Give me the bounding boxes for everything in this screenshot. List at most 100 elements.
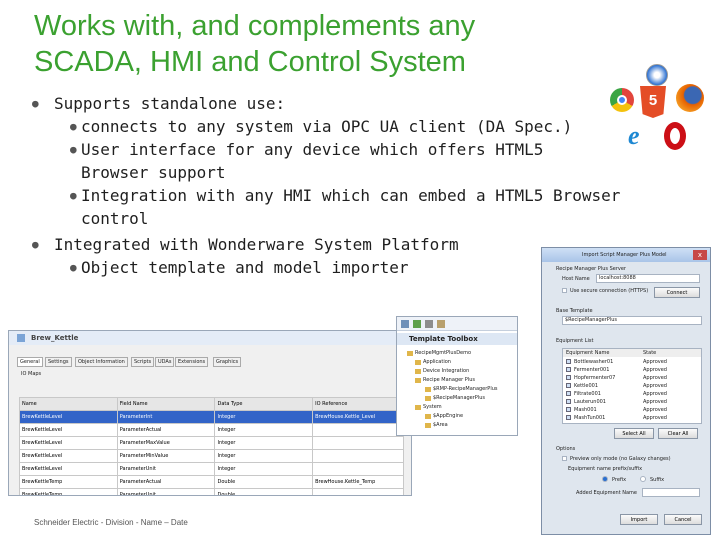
column-header[interactable]: IO Reference <box>312 397 404 411</box>
table-cell: BrewKettleLevel <box>19 449 118 463</box>
equipment-name: MashTun001 <box>574 415 606 421</box>
prefix-radio[interactable] <box>602 476 608 482</box>
suffix-radio[interactable] <box>640 476 646 482</box>
tree-item-label: $Area <box>433 422 448 428</box>
options-label: Options <box>556 446 576 452</box>
folder-icon <box>425 414 431 419</box>
column-header[interactable]: Data Type <box>214 397 314 411</box>
table-cell: BrewKettleTemp <box>19 475 118 489</box>
folder-icon <box>425 423 431 428</box>
list-item[interactable]: Filtrate001 Approved <box>563 390 701 398</box>
table-row[interactable]: BrewKettleLevel ParameterMinValue Integer <box>19 449 404 463</box>
tab-general[interactable]: General <box>17 357 43 367</box>
tree-item[interactable]: Recipe Manager Plus <box>403 376 517 385</box>
sub-bullet-hmi: ● Integration with any HMI which can embe… <box>70 186 621 228</box>
checkbox-checked-icon[interactable] <box>566 359 571 364</box>
checkbox-checked-icon[interactable] <box>566 407 571 412</box>
host-name-field[interactable]: localhost:8088 <box>596 274 700 283</box>
footer-text: Schneider Electric - Division - Name – D… <box>34 518 188 527</box>
tree-item[interactable]: $AppEngine <box>403 412 517 421</box>
equipment-state: Approved <box>643 375 667 381</box>
tab-settings[interactable]: Settings <box>45 357 72 367</box>
toolbar-icon[interactable] <box>401 320 409 328</box>
tab-graphics[interactable]: Graphics <box>213 357 242 367</box>
io-map-rows: BrewKettleLevel ParameterInt Integer BrewHo… <box>19 410 404 495</box>
preview-checkbox[interactable] <box>562 456 567 461</box>
column-header[interactable]: Equipment Name <box>566 350 609 356</box>
table-cell: ParameterMaxValue <box>116 436 216 450</box>
sub-bullet-ui: ● User interface for any device which off… <box>70 140 544 182</box>
checkbox-checked-icon[interactable] <box>566 383 571 388</box>
tree-item[interactable]: Device Integration <box>403 367 517 376</box>
tree-item[interactable]: $RecipeManagerPlus <box>403 394 517 403</box>
table-row[interactable]: BrewKettleLevel ParameterInt Integer BrewHo… <box>19 410 404 424</box>
template-toolbox-window: Template Toolbox RecipeMgmtPlusDemo Appli… <box>396 316 518 436</box>
checkbox-checked-icon[interactable] <box>566 367 571 372</box>
folder-icon <box>415 405 421 410</box>
secure-checkbox[interactable] <box>562 288 567 293</box>
added-name-field[interactable] <box>642 488 700 497</box>
import-button[interactable]: Import <box>620 514 658 525</box>
title-line-1: Works with, and complements any <box>34 10 476 42</box>
tree-item[interactable]: Application <box>403 358 517 367</box>
io-map-table: Name Field Name Data Type IO Reference B… <box>19 397 404 495</box>
template-field[interactable]: $RecipeManagerPlus <box>562 316 702 325</box>
equipment-state: Approved <box>643 391 667 397</box>
equipment-label: Equipment List <box>556 338 594 344</box>
list-item[interactable]: Mash001 Approved <box>563 406 701 414</box>
toolbar-icon[interactable] <box>437 320 445 328</box>
table-cell: Integer <box>214 410 314 424</box>
folder-icon <box>425 396 431 401</box>
dialog-title: Import Script Manager Plus Model <box>542 248 710 262</box>
checkbox-checked-icon[interactable] <box>566 375 571 380</box>
toolbar-icon[interactable] <box>425 320 433 328</box>
template-label: Base Template <box>556 308 593 314</box>
list-item[interactable]: Lauterun001 Approved <box>563 398 701 406</box>
tree-item-label: Application <box>423 359 451 365</box>
toolbox-header: Template Toolbox <box>397 333 517 345</box>
slide-title: Works with, and complements any SCADA, H… <box>34 8 554 80</box>
table-row[interactable]: BrewKettleTemp ParameterActual Double BrewH… <box>19 475 404 489</box>
tab-udas[interactable]: UDAs <box>155 357 175 367</box>
sub-bullet-opc: ● connects to any system via OPC UA clien… <box>70 117 573 136</box>
list-item[interactable]: Kettle001 Approved <box>563 382 701 390</box>
toolbar-icon[interactable] <box>413 320 421 328</box>
tree-item[interactable]: $Area <box>403 421 517 430</box>
column-header[interactable]: Field Name <box>116 397 216 411</box>
connect-button[interactable]: Connect <box>654 287 700 298</box>
select-all-button[interactable]: Select All <box>614 428 654 439</box>
folder-icon <box>415 369 421 374</box>
object-editor-window: Brew_Kettle General Settings Object Info… <box>8 330 412 496</box>
table-row[interactable]: BrewKettleLevel ParameterMaxValue Integer <box>19 436 404 450</box>
list-item[interactable]: MashTun001 Approved <box>563 414 701 422</box>
column-header[interactable]: State <box>643 350 656 356</box>
table-cell: Double <box>214 488 314 495</box>
clear-all-button[interactable]: Clear All <box>658 428 698 439</box>
list-item[interactable]: Bottlewasher01 Approved <box>563 358 701 366</box>
column-header[interactable]: Name <box>19 397 118 411</box>
tab-object-information[interactable]: Object Information <box>75 357 128 367</box>
list-item[interactable]: Hopfermenter07 Approved <box>563 374 701 382</box>
list-item[interactable]: Fermenter001 Approved <box>563 366 701 374</box>
table-cell <box>312 423 404 437</box>
cancel-button[interactable]: Cancel <box>664 514 702 525</box>
tab-scripts[interactable]: Scripts <box>131 357 155 367</box>
table-row[interactable]: BrewKettleLevel ParameterUnit Integer <box>19 462 404 476</box>
checkbox-checked-icon[interactable] <box>566 415 571 420</box>
table-row[interactable]: BrewKettleTemp ParameterUnit Double <box>19 488 404 495</box>
table-row[interactable]: BrewKettleLevel ParameterActual Integer <box>19 423 404 437</box>
equipment-name: Bottlewasher01 <box>574 359 614 365</box>
equipment-name-label: Equipment name prefix/suffix <box>568 466 643 472</box>
tree-item[interactable]: RecipeMgmtPlusDemo <box>403 349 517 358</box>
checkbox-checked-icon[interactable] <box>566 391 571 396</box>
toolbox-title: Template Toolbox <box>409 335 478 343</box>
table-cell: BrewKettleLevel <box>19 410 118 424</box>
tree-item[interactable]: $RMP-RecipeManagerPlus <box>403 385 517 394</box>
tree-item[interactable]: System <box>403 403 517 412</box>
checkbox-checked-icon[interactable] <box>566 399 571 404</box>
table-cell <box>312 436 404 450</box>
folder-icon <box>415 360 421 365</box>
table-cell: Integer <box>214 462 314 476</box>
close-button[interactable]: x <box>693 250 707 260</box>
tab-extensions[interactable]: Extensions <box>175 357 209 367</box>
